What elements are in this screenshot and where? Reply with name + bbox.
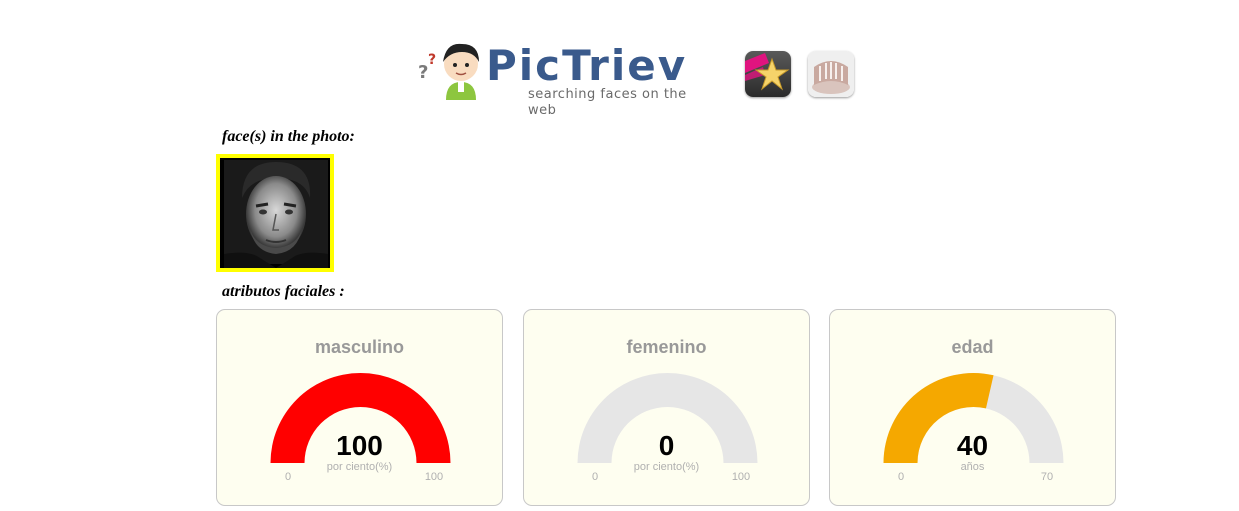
gauge-unit: por ciento(%) [633, 461, 700, 473]
gauge-max-label: 100 [424, 471, 444, 483]
gauge-max-label: 100 [731, 471, 751, 483]
faces-section-label: face(s) in the photo: [222, 128, 355, 145]
gauge-unit: por ciento(%) [326, 461, 393, 473]
logo-subtitle: searching faces on the web [528, 87, 687, 118]
gauge-max-label: 70 [1040, 471, 1054, 483]
svg-text:?: ? [428, 52, 436, 68]
gauge-min-label: 0 [897, 471, 905, 483]
face-photo [224, 160, 328, 268]
gauge-value: 0 [658, 430, 675, 461]
gauge-dial [270, 373, 451, 463]
gauge-dial [883, 373, 1064, 463]
gauge-min-label: 0 [591, 471, 599, 483]
pictriev-logo[interactable]: ? ? PicTriev searching faces on the web [416, 40, 708, 119]
detected-face-thumbnail[interactable] [216, 154, 334, 272]
star-app-icon[interactable] [745, 51, 791, 97]
gauge-card-feminine: femenino 0 por ciento(%) 0 100 [523, 309, 810, 506]
mascot-icon: ? ? [418, 43, 479, 100]
gauge-dial [577, 373, 758, 463]
gauge-card-age: edad 40 años 0 70 [829, 309, 1116, 506]
gauge-card-masculine: masculino 100 por ciento(%) 0 100 [216, 309, 503, 506]
logo-title: PicTriev [486, 41, 688, 90]
page-header: ? ? PicTriev searching faces on the web [0, 0, 1239, 120]
library-app-icon[interactable] [808, 51, 854, 97]
gauge-min-label: 0 [284, 471, 292, 483]
gauge-unit: años [960, 461, 985, 473]
attributes-section-label: atributos faciales : [222, 283, 345, 300]
gauge-value: 100 [336, 430, 383, 461]
svg-text:?: ? [418, 62, 428, 83]
gauge-value: 40 [956, 430, 989, 461]
